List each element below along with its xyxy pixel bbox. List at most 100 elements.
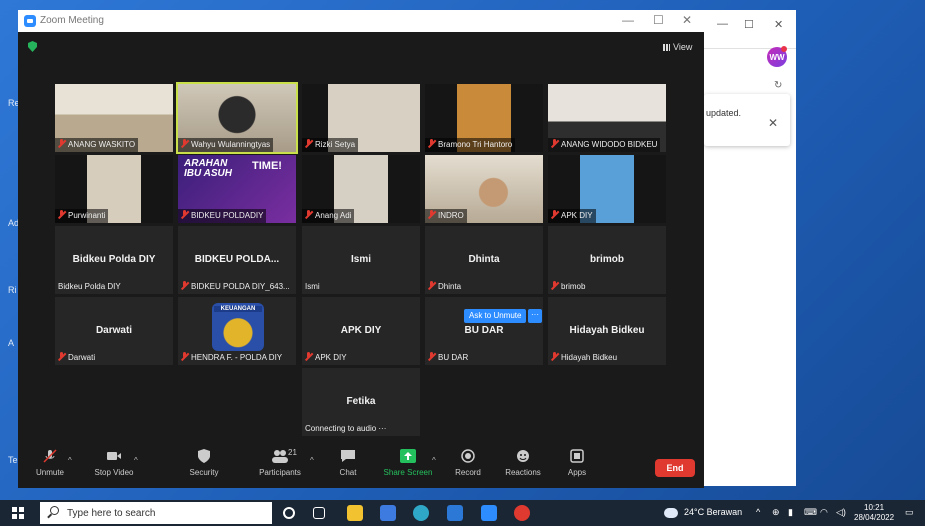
- participant-tile[interactable]: APK DIY: [548, 155, 666, 223]
- ask-to-unmute-button[interactable]: Ask to Unmute: [464, 309, 527, 323]
- participant-tile[interactable]: ANANG WASKITO: [55, 84, 173, 152]
- participant-tile[interactable]: Ismi Ismi: [302, 226, 420, 294]
- security-label: Security: [189, 468, 219, 477]
- apps-label: Apps: [567, 468, 587, 477]
- participant-name-label: ANANG WIDODO BIDKEU: [548, 138, 661, 152]
- store-icon[interactable]: [380, 505, 396, 521]
- app-taskbar-icon[interactable]: [514, 505, 530, 521]
- participant-tile[interactable]: Hidayah Bidkeu Hidayah Bidkeu: [548, 297, 666, 365]
- participant-display-name: Dhinta: [468, 254, 500, 265]
- weather-text[interactable]: 24°C Berawan: [684, 507, 742, 517]
- maximize-icon[interactable]: ☐: [744, 18, 754, 31]
- participant-name: Ismi: [305, 282, 320, 291]
- mail-icon[interactable]: [447, 505, 463, 521]
- participant-tile[interactable]: INDRO: [425, 155, 543, 223]
- muted-mic-icon: [58, 210, 65, 219]
- participant-display-name: Darwati: [95, 325, 133, 336]
- tray-chevron-icon[interactable]: ^: [756, 507, 760, 517]
- participant-tile[interactable]: APK DIY APK DIY: [302, 297, 420, 365]
- participants-button[interactable]: 21 Participants: [248, 440, 312, 488]
- muted-mic-icon: [43, 449, 57, 463]
- apps-button[interactable]: Apps: [545, 440, 609, 488]
- volume-icon[interactable]: ◁): [836, 507, 846, 518]
- more-options-button[interactable]: ···: [528, 309, 542, 323]
- participant-tile[interactable]: Anang Adi: [302, 155, 420, 223]
- unmute-button[interactable]: Unmute: [18, 440, 82, 488]
- participant-name-label: Dhinta: [425, 280, 464, 294]
- end-meeting-button[interactable]: End: [655, 459, 695, 477]
- minimize-icon[interactable]: —: [717, 18, 728, 30]
- desktop-icon-label[interactable]: Te: [8, 455, 18, 465]
- weather-cloud-icon[interactable]: [664, 508, 678, 518]
- desktop-icon-label[interactable]: A: [8, 338, 14, 348]
- file-explorer-icon[interactable]: [347, 505, 363, 521]
- participant-name: Purwinanti: [68, 211, 106, 220]
- wifi-icon[interactable]: ◠: [820, 507, 828, 518]
- background-browser-window[interactable]: — ☐ ✕ WW ↻ updated. ✕: [700, 10, 796, 486]
- minimize-icon[interactable]: —: [622, 13, 634, 27]
- participant-tile[interactable]: ARAHAN IBU ASUH TIME! BIDKEU POLDADIY: [178, 155, 296, 223]
- muted-mic-icon: [551, 210, 558, 219]
- participant-tile[interactable]: Purwinanti: [55, 155, 173, 223]
- participant-name: HENDRA F. - POLDA DIY: [191, 353, 283, 362]
- share-screen-button[interactable]: Share Screen: [376, 440, 440, 488]
- participant-name: APK DIY: [561, 211, 593, 220]
- chat-button[interactable]: Chat: [316, 440, 380, 488]
- participant-tile[interactable]: KEUANGAN HENDRA F. - POLDA DIY: [178, 297, 296, 365]
- windows-start-icon[interactable]: [12, 507, 24, 519]
- chevron-up-icon[interactable]: ^: [134, 456, 138, 465]
- participant-tile[interactable]: Rizki Setya: [302, 84, 420, 152]
- system-clock[interactable]: 10:21 28/04/2022: [854, 503, 894, 523]
- participant-name-label: APK DIY: [302, 351, 350, 365]
- close-icon[interactable]: ✕: [768, 116, 778, 130]
- participant-tile[interactable]: Dhinta Dhinta: [425, 226, 543, 294]
- edge-icon[interactable]: [413, 505, 429, 521]
- meeting-toolbar: Unmute ^ Stop Video ^ Security 21 Partic…: [18, 440, 704, 488]
- participant-tile-active-speaker[interactable]: Wahyu Wulanningtyas: [176, 82, 298, 154]
- participant-status-label: Connecting to audio ···: [302, 422, 389, 436]
- participant-display-name: BU DAR: [464, 325, 504, 336]
- participant-tile[interactable]: Darwati Darwati: [55, 297, 173, 365]
- task-view-icon[interactable]: [313, 507, 325, 519]
- participant-display-name: Ismi: [350, 254, 371, 265]
- desktop-icon-label[interactable]: Ri: [8, 285, 17, 295]
- apps-icon: [570, 449, 584, 463]
- cortana-icon[interactable]: [283, 507, 295, 519]
- chevron-up-icon[interactable]: ^: [68, 456, 72, 465]
- notification-dot-icon: [781, 46, 787, 52]
- muted-mic-icon: [181, 210, 188, 219]
- battery-icon[interactable]: ▮: [788, 507, 793, 518]
- chevron-up-icon[interactable]: ^: [310, 456, 314, 465]
- security-button[interactable]: Security: [172, 440, 236, 488]
- participant-tile[interactable]: Fetika Connecting to audio ···: [302, 368, 420, 436]
- muted-mic-icon: [181, 352, 188, 361]
- participant-name-label: Bramono Tri Hantoro: [425, 138, 516, 152]
- zoom-taskbar-icon[interactable]: [481, 505, 497, 521]
- participant-tile[interactable]: ANANG WIDODO BIDKEU: [548, 84, 666, 152]
- close-icon[interactable]: ✕: [682, 13, 692, 27]
- unmute-label: Unmute: [35, 468, 64, 477]
- refresh-icon[interactable]: ↻: [774, 80, 782, 91]
- participants-label: Participants: [259, 468, 301, 477]
- network-icon[interactable]: ⊕: [772, 507, 780, 518]
- keyboard-icon[interactable]: ⌨: [804, 507, 817, 518]
- participant-tile[interactable]: BIDKEU POLDA... BIDKEU POLDA DIY_643...: [178, 226, 296, 294]
- view-button[interactable]: View: [663, 42, 692, 52]
- muted-mic-icon: [428, 281, 435, 290]
- participant-tile[interactable]: Bidkeu Polda DIY Bidkeu Polda DIY: [55, 226, 173, 294]
- participant-name-label: Darwati: [55, 351, 98, 365]
- muted-mic-icon: [305, 210, 312, 219]
- participant-name: BU DAR: [438, 353, 469, 362]
- taskbar-search-box[interactable]: Type here to search: [40, 502, 272, 524]
- notification-center-icon[interactable]: ▭: [905, 507, 914, 518]
- video-gallery: View ANANG WASKITO Wahyu Wulanningtyas R…: [18, 32, 704, 440]
- banner-text: ARAHAN IBU ASUH: [184, 158, 232, 179]
- participant-tile[interactable]: BU DAR BU DAR: [425, 297, 543, 365]
- close-icon[interactable]: ✕: [774, 18, 783, 31]
- participant-name: Anang Adi: [315, 211, 352, 220]
- participant-tile[interactable]: Bramono Tri Hantoro: [425, 84, 543, 152]
- participant-tile[interactable]: brimob brimob: [548, 226, 666, 294]
- participant-name: Bidkeu Polda DIY: [58, 282, 121, 291]
- maximize-icon[interactable]: ☐: [653, 13, 664, 27]
- shield-icon[interactable]: [28, 41, 37, 52]
